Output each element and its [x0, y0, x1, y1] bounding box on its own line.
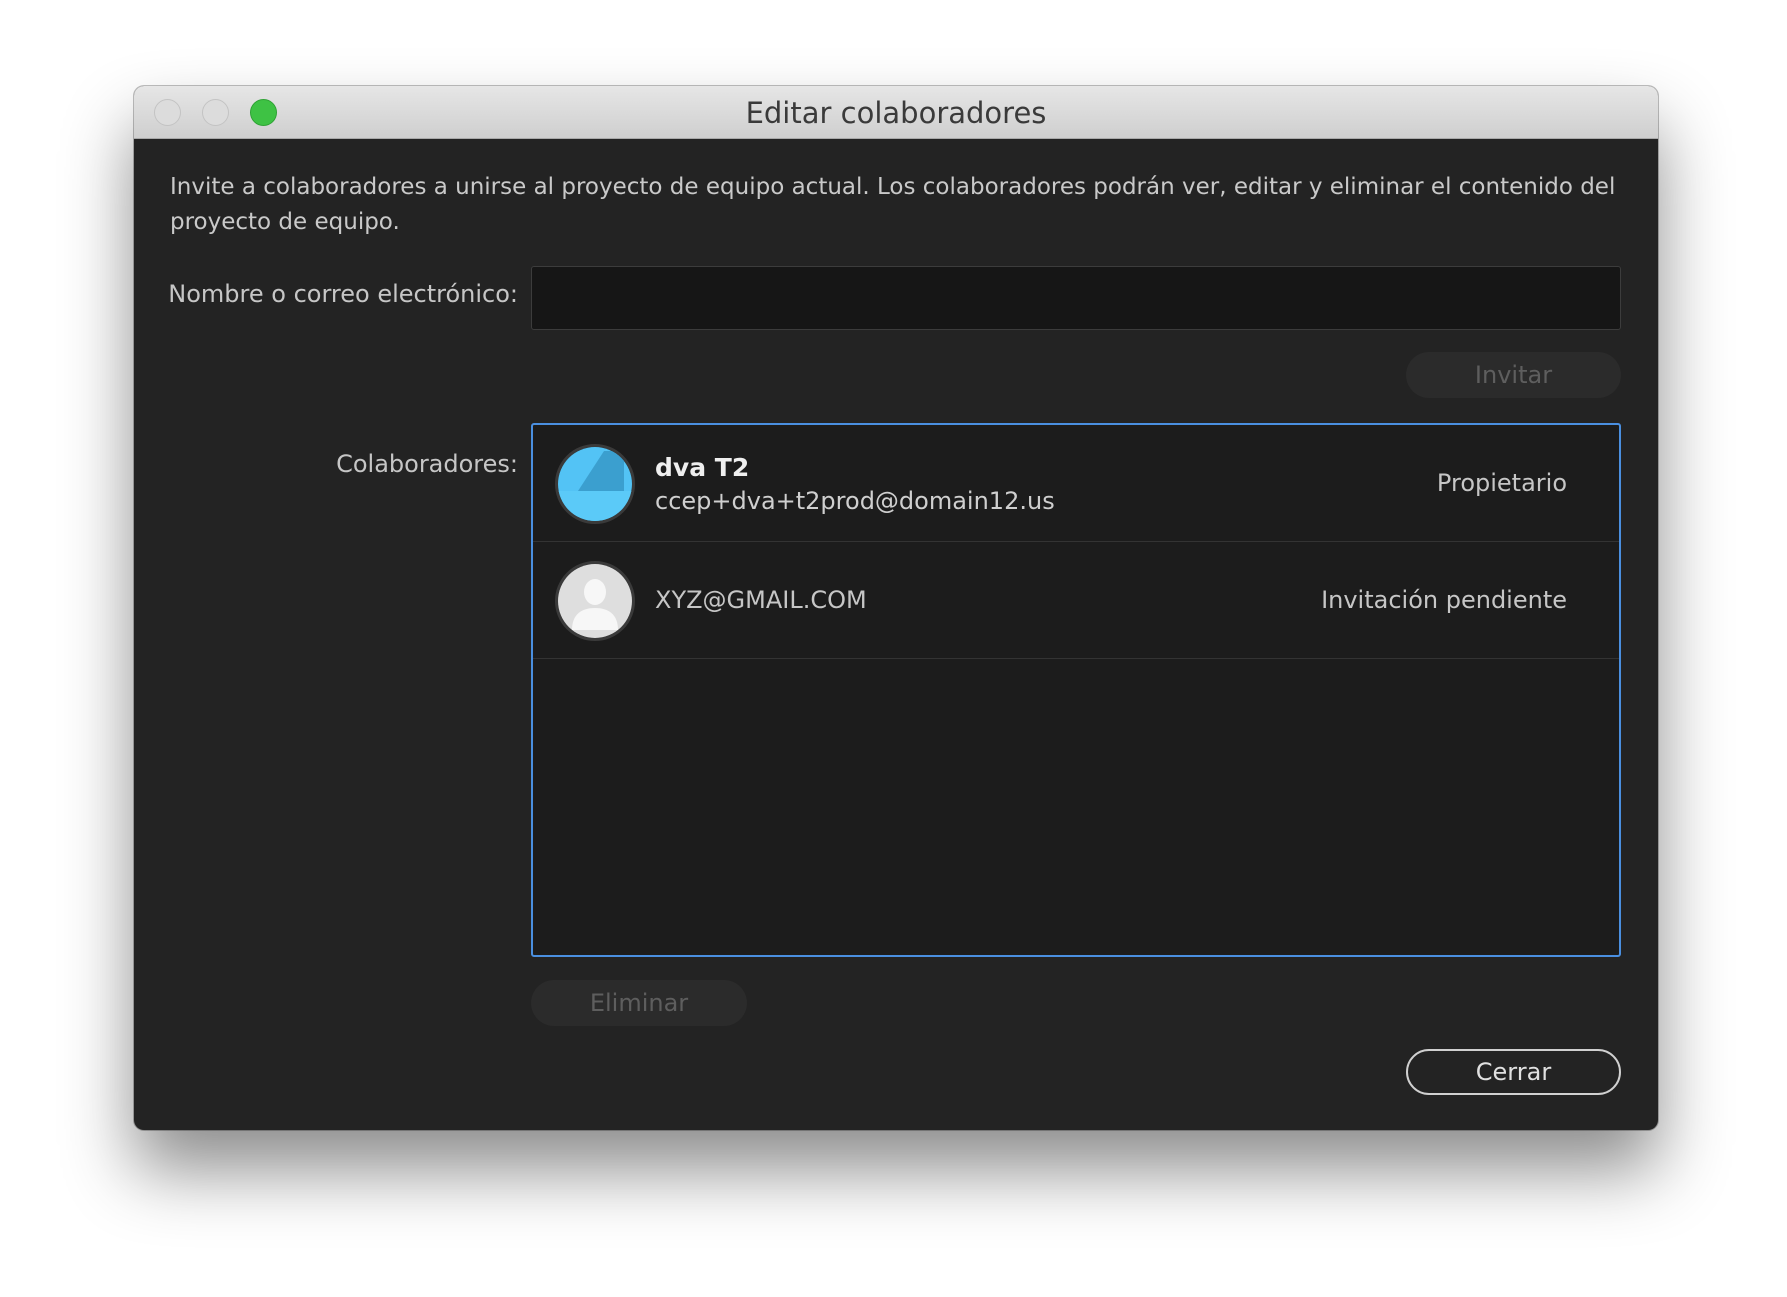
- close-button[interactable]: Cerrar: [1406, 1049, 1621, 1095]
- collaborator-email: ccep+dva+t2prod@domain12.us: [655, 487, 1055, 515]
- user-avatar-icon: [555, 444, 635, 524]
- delete-button[interactable]: Eliminar: [531, 980, 747, 1026]
- collaborator-email: XYZ@GMAIL.COM: [655, 586, 867, 614]
- edit-collaborators-dialog: Editar colaboradores Invite a colaborado…: [134, 86, 1658, 1130]
- invite-button[interactable]: Invitar: [1406, 352, 1621, 398]
- name-or-email-input[interactable]: [531, 266, 1621, 330]
- dialog-description: Invite a colaboradores a unirse al proye…: [170, 174, 1616, 235]
- collaborator-row-owner[interactable]: dva T2 ccep+dva+t2prod@domain12.us Propi…: [533, 425, 1619, 542]
- collaborator-role: Propietario: [1436, 469, 1567, 497]
- name-or-email-label: Nombre o correo electrónico:: [168, 280, 518, 308]
- collaborator-row-pending[interactable]: XYZ@GMAIL.COM Invitación pendiente: [533, 542, 1619, 659]
- collaborator-role: Invitación pendiente: [1321, 586, 1567, 614]
- collaborators-label: Colaboradores:: [336, 450, 518, 478]
- collaborator-name: dva T2: [655, 453, 750, 482]
- title-bar: Editar colaboradores: [134, 86, 1658, 139]
- collaborators-list[interactable]: dva T2 ccep+dva+t2prod@domain12.us Propi…: [531, 423, 1621, 957]
- window-title: Editar colaboradores: [745, 96, 1047, 130]
- default-person-icon: [555, 561, 635, 641]
